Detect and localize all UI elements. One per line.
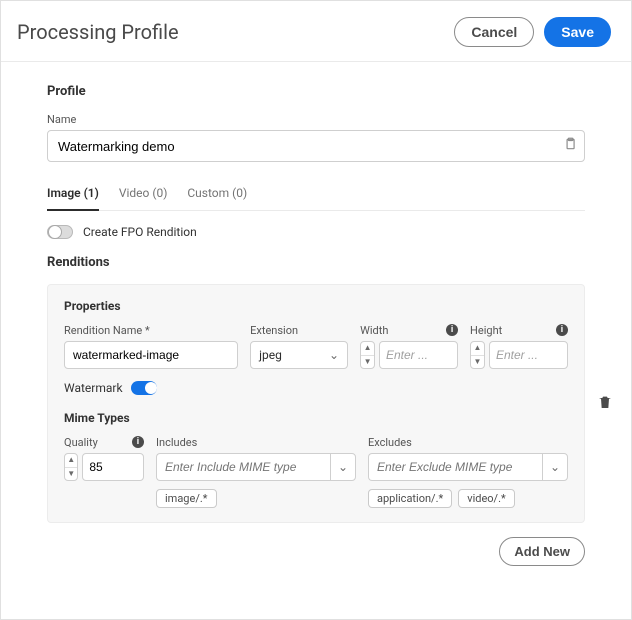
- height-input[interactable]: [489, 341, 568, 369]
- rendition-name-label: Rendition Name *: [64, 324, 150, 337]
- cancel-button[interactable]: Cancel: [454, 17, 534, 47]
- delete-rendition-button[interactable]: [597, 394, 613, 414]
- page-title: Processing Profile: [17, 20, 454, 44]
- header-bar: Processing Profile Cancel Save: [1, 1, 631, 62]
- info-icon[interactable]: i: [446, 324, 458, 336]
- profile-name-input[interactable]: [47, 130, 585, 162]
- tab-custom[interactable]: Custom (0): [187, 180, 247, 210]
- width-spinner[interactable]: ▲▼: [360, 341, 375, 369]
- profile-section-title: Profile: [47, 84, 585, 99]
- tab-video[interactable]: Video (0): [119, 180, 168, 210]
- extension-label: Extension: [250, 324, 298, 337]
- tab-image[interactable]: Image (1): [47, 180, 99, 210]
- rendition-name-input[interactable]: [64, 341, 238, 369]
- properties-title: Properties: [64, 299, 568, 313]
- add-new-button[interactable]: Add New: [499, 537, 585, 566]
- fpo-label: Create FPO Rendition: [83, 225, 197, 239]
- excludes-dropdown-button[interactable]: ⌄: [542, 453, 568, 481]
- quality-input[interactable]: [82, 453, 144, 481]
- exclude-tag[interactable]: video/.*: [458, 489, 515, 508]
- mime-types-title: Mime Types: [64, 411, 568, 425]
- exclude-tag[interactable]: application/.*: [368, 489, 452, 508]
- name-label: Name: [47, 113, 585, 126]
- width-label: Width: [360, 324, 388, 337]
- height-spinner[interactable]: ▲▼: [470, 341, 485, 369]
- includes-label: Includes: [156, 436, 197, 449]
- include-tag[interactable]: image/.*: [156, 489, 217, 508]
- extension-value: jpeg: [259, 348, 282, 362]
- includes-dropdown-button[interactable]: ⌄: [330, 453, 356, 481]
- quality-spinner[interactable]: ▲▼: [64, 453, 78, 481]
- watermark-toggle[interactable]: [131, 381, 157, 395]
- quality-label: Quality: [64, 436, 98, 449]
- height-label: Height: [470, 324, 502, 337]
- excludes-label: Excludes: [368, 436, 412, 449]
- watermark-label: Watermark: [64, 381, 123, 395]
- rendition-card: Properties Rendition Name * Extension jp…: [47, 284, 585, 523]
- info-icon[interactable]: i: [556, 324, 568, 336]
- fpo-toggle[interactable]: [47, 225, 73, 239]
- chevron-down-icon: ⌄: [550, 460, 560, 474]
- clipboard-icon[interactable]: [563, 137, 577, 155]
- includes-input[interactable]: [156, 453, 330, 481]
- width-input[interactable]: [379, 341, 458, 369]
- rendition-tabs: Image (1) Video (0) Custom (0): [47, 180, 585, 211]
- excludes-input[interactable]: [368, 453, 542, 481]
- chevron-down-icon: ⌄: [338, 460, 348, 474]
- renditions-section-title: Renditions: [47, 255, 585, 270]
- extension-select[interactable]: jpeg ⌄: [250, 341, 348, 369]
- chevron-down-icon: ⌄: [329, 348, 339, 362]
- info-icon[interactable]: i: [132, 436, 144, 448]
- save-button[interactable]: Save: [544, 17, 611, 47]
